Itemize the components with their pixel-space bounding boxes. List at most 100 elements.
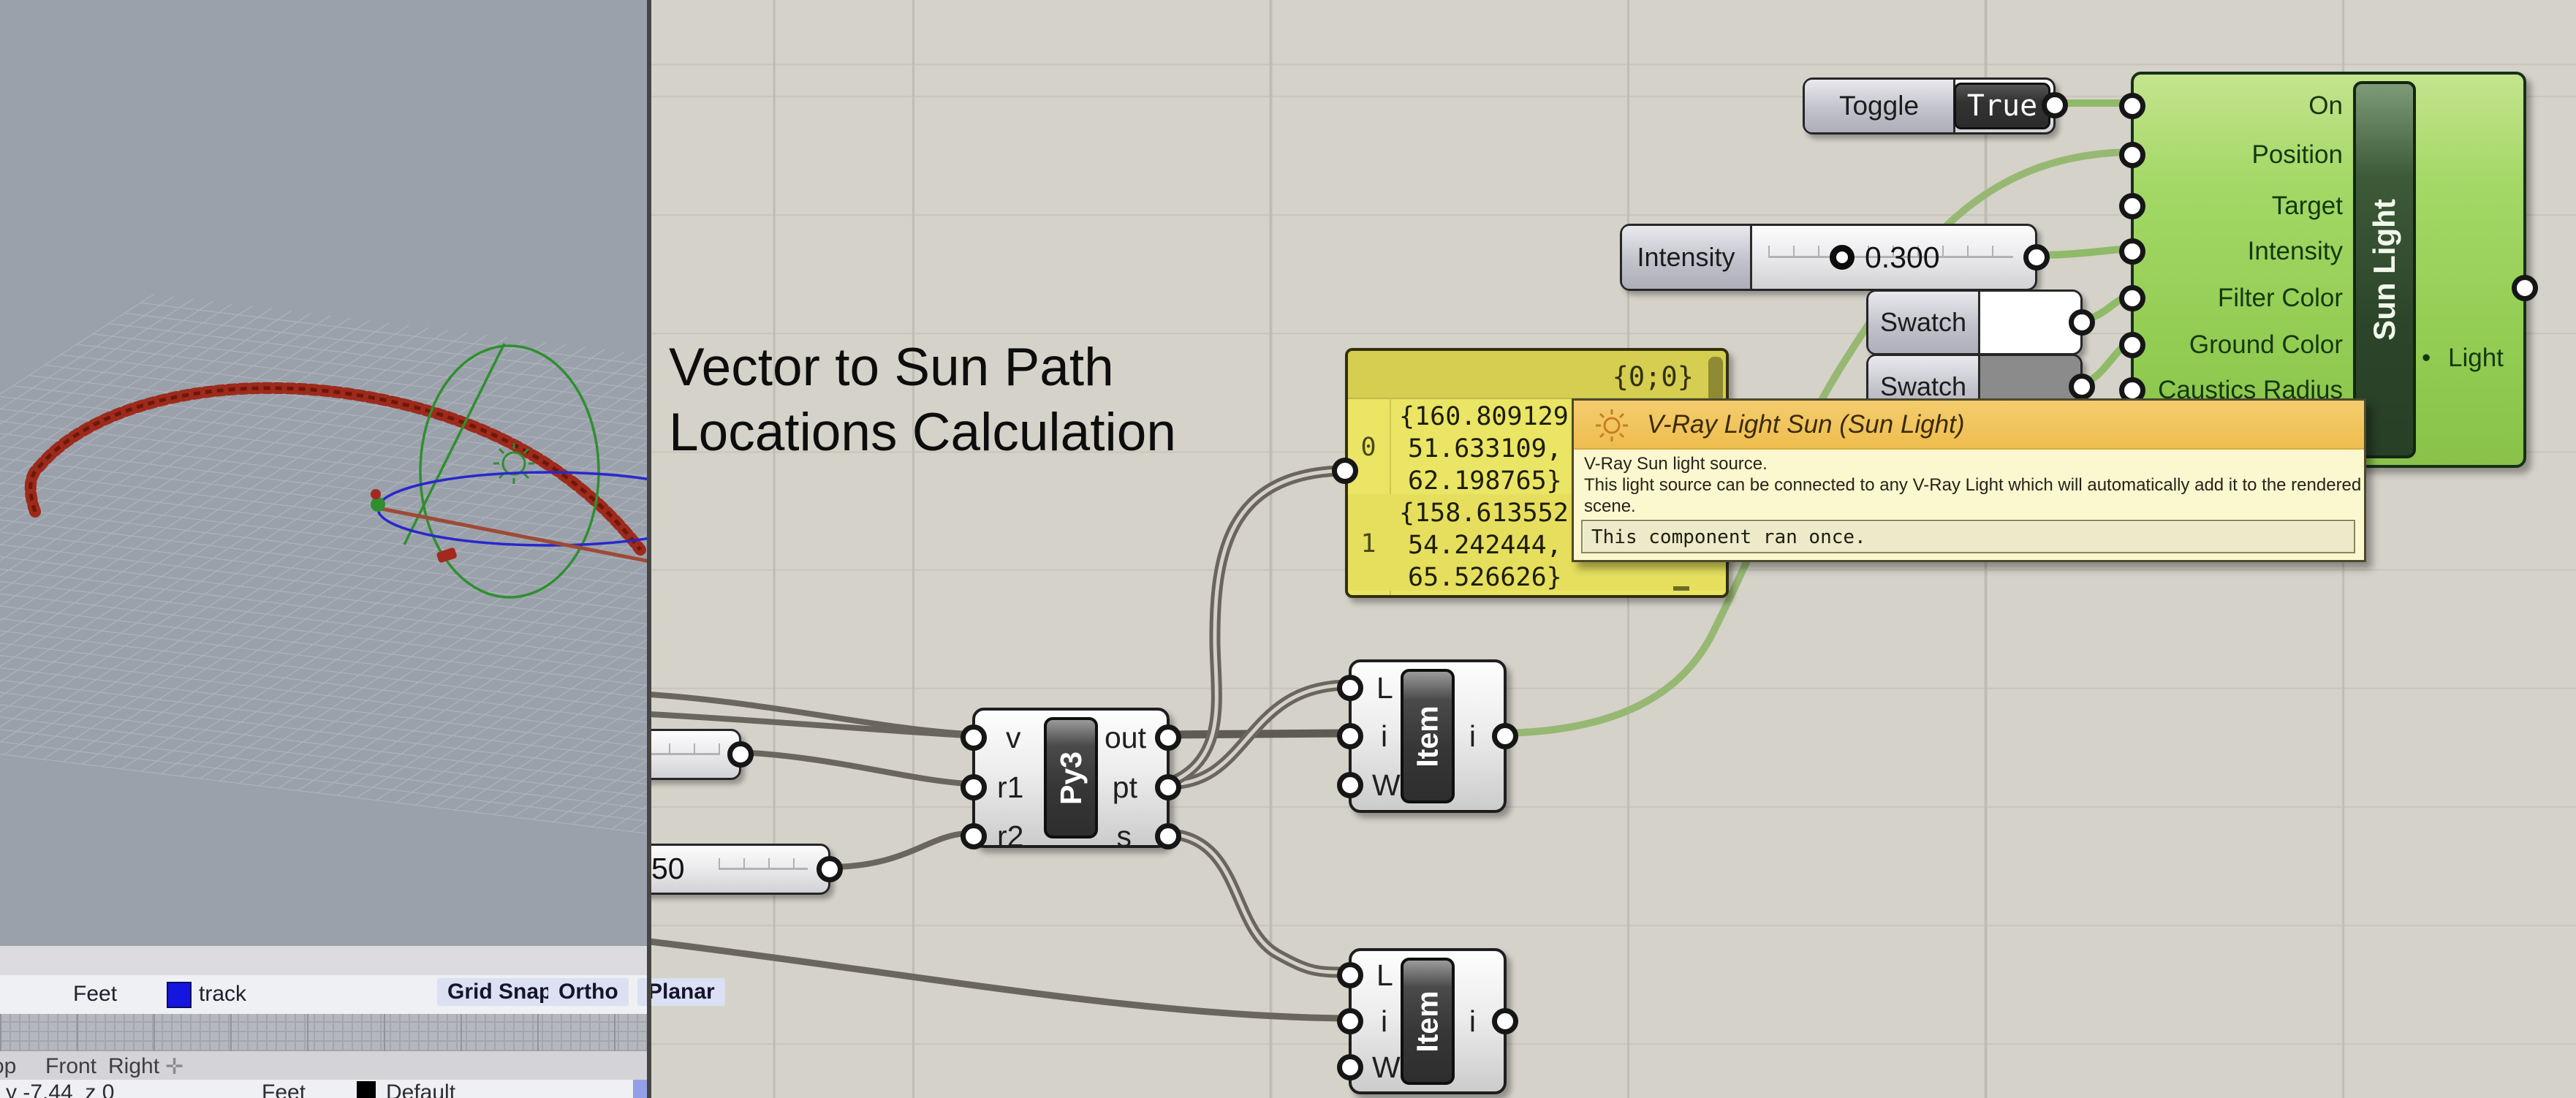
tab-front[interactable]: Front	[45, 1054, 96, 1079]
slider-output-port[interactable]	[727, 741, 754, 768]
swatch-color-white[interactable]	[1978, 292, 2080, 353]
row-value-line: {156.306791	[1399, 592, 1569, 598]
input-label-i: i	[1381, 719, 1387, 753]
row-value-line: 62.198765}	[1408, 466, 1562, 496]
python-script-component[interactable]: Py3 v r1 r2 out pt s	[972, 708, 1170, 848]
output-port-i[interactable]	[1492, 1008, 1518, 1034]
slider-output-port[interactable]	[2023, 244, 2050, 270]
ortho-button[interactable]: Ortho	[548, 978, 629, 1006]
input-label-intensity: Intensity	[2134, 237, 2343, 266]
input-port-L[interactable]	[1337, 675, 1363, 701]
input-port-target[interactable]	[2119, 193, 2145, 219]
input-port-position[interactable]	[2119, 142, 2145, 168]
input-port-W[interactable]	[1337, 772, 1363, 798]
output-port-i[interactable]	[1492, 723, 1518, 749]
swatch-label-section: Swatch	[1868, 292, 1980, 353]
input-label-filter-color: Filter Color	[2134, 284, 2343, 313]
add-viewport-icon[interactable]: ✛	[165, 1054, 183, 1080]
input-port-on[interactable]	[2119, 93, 2145, 119]
input-port-W[interactable]	[1337, 1054, 1363, 1080]
output-port-light[interactable]	[2512, 275, 2538, 301]
collapsed-panel-grid-strip	[0, 1014, 650, 1051]
component-name-band[interactable]: Py3	[1044, 717, 1098, 838]
panel-input-port[interactable]	[1332, 458, 1358, 484]
input-port-i[interactable]	[1337, 1008, 1363, 1034]
origin-marker-green	[371, 497, 385, 512]
output-label-out: out	[1105, 721, 1146, 754]
app-window: Vector to Sun PathLocations Calculation …	[0, 0, 2576, 1098]
tooltip-line: V-Ray Sun light source.	[1584, 453, 2364, 474]
colour-swatch-1[interactable]: Swatch	[1866, 289, 2083, 355]
current-layer-name[interactable]: Default	[386, 1080, 455, 1098]
component-name-band[interactable]: Item	[1401, 958, 1455, 1085]
status-bar: Feet track Grid Snap Ortho Planar	[0, 975, 650, 1014]
input-port-r1[interactable]	[961, 774, 987, 800]
input-port-filter-color[interactable]	[2119, 285, 2145, 311]
tab-right[interactable]: Right	[108, 1054, 159, 1079]
slider-output-port[interactable]	[817, 856, 843, 882]
input-port-L[interactable]	[1337, 962, 1363, 988]
unit-indicator[interactable]: Feet	[262, 1080, 306, 1098]
input-port-v[interactable]	[961, 724, 987, 751]
output-name: Light	[2448, 344, 2504, 372]
output-port-out[interactable]	[1155, 724, 1181, 751]
input-port-i[interactable]	[1337, 723, 1363, 749]
tooltip-runtime-message: This component ran once.	[1591, 526, 1866, 548]
output-bullet: •	[2422, 344, 2431, 372]
output-label-i: i	[1469, 719, 1476, 753]
input-label-L: L	[1376, 958, 1393, 992]
sun-icon	[1591, 405, 1632, 446]
row-index: 1	[1348, 529, 1389, 559]
layer-color-swatch[interactable]	[167, 982, 192, 1008]
window-divider[interactable]	[647, 0, 651, 1098]
layer-color-swatch[interactable]	[357, 1081, 376, 1098]
cursor-coordinates: y -7.44 z 0	[6, 1080, 114, 1098]
unit-indicator[interactable]: Feet	[73, 982, 117, 1007]
input-port-ground-color[interactable]	[2119, 332, 2145, 358]
grid-snap-label: Grid Snap	[447, 980, 552, 1004]
panel-resize-grip[interactable]	[1673, 586, 1689, 591]
input-port-intensity[interactable]	[2119, 238, 2145, 265]
toggle-value[interactable]: True	[1954, 83, 2050, 129]
component-name-band[interactable]: Item	[1401, 669, 1455, 803]
input-label-W: W	[1372, 1050, 1401, 1084]
bottom-status-bar: y -7.44 z 0 Feet Default	[0, 1080, 650, 1098]
grid-snap-button[interactable]: Grid Snap	[437, 978, 562, 1006]
slider-knob[interactable]	[1830, 245, 1855, 270]
boolean-toggle[interactable]: Toggle True	[1803, 77, 2056, 135]
current-layer-name[interactable]: track	[199, 982, 246, 1007]
toggle-label: Toggle	[1839, 91, 1919, 121]
output-label-pt: pt	[1113, 771, 1137, 804]
rhino-perspective-viewport[interactable]	[0, 0, 650, 946]
input-label-target: Target	[2134, 192, 2343, 221]
sun-path-arc	[31, 388, 640, 550]
input-port-r2[interactable]	[961, 823, 987, 849]
toggle-label-section: Toggle	[1805, 80, 1955, 132]
slider-label-section: Intensity	[1622, 226, 1752, 289]
input-label-r2: r2	[997, 819, 1023, 853]
list-item-component-2[interactable]: Item L i W i	[1349, 948, 1507, 1094]
origin-marker-red	[371, 489, 381, 499]
viewport-lower-band	[0, 946, 650, 975]
input-label-position: Position	[2134, 140, 2343, 170]
toggle-output-port[interactable]	[2042, 92, 2068, 118]
ortho-label: Ortho	[558, 980, 618, 1004]
swatch-output-port[interactable]	[2069, 374, 2095, 400]
row-value-line: 51.633109,	[1408, 434, 1562, 463]
row-value-line: 65.526626}	[1408, 563, 1562, 592]
tab-top[interactable]: Top	[0, 1054, 16, 1079]
viewport-tabs: Top Front Right ✛	[0, 1051, 650, 1080]
panel-scrollbar-thumb[interactable]	[1708, 357, 1723, 402]
panel-tree-path: {0;0}	[1613, 361, 1694, 393]
row-value-line: 54.242444,	[1408, 531, 1562, 560]
output-port-pt[interactable]	[1155, 774, 1181, 800]
slider-ticks	[719, 858, 808, 869]
swatch-output-port[interactable]	[2069, 309, 2095, 336]
output-port-s[interactable]	[1155, 823, 1181, 849]
toggle-value-text: True	[1967, 89, 2037, 123]
intensity-slider[interactable]: Intensity 0.300	[1620, 224, 2037, 291]
row-value-line: {160.809129	[1399, 402, 1569, 431]
row-value-line: {158.613552	[1399, 499, 1569, 528]
list-item-component-1[interactable]: Item L i W i	[1349, 659, 1507, 813]
output-label-s: s	[1117, 819, 1132, 853]
